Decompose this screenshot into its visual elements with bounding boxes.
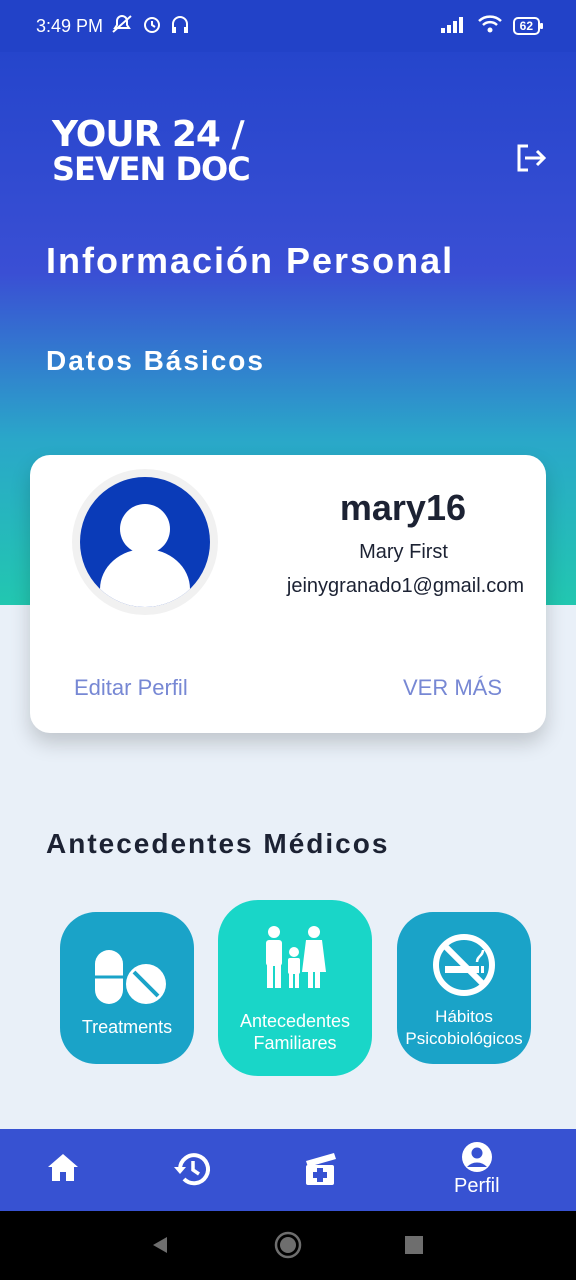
status-bar: 3:49 PM 62	[0, 0, 576, 52]
medical-history-title: Antecedentes Médicos	[46, 828, 390, 859]
page-title: Información Personal	[46, 240, 455, 281]
habits-button[interactable]: Hábitos Psicobiológicos	[397, 912, 531, 1064]
signal-icon	[440, 15, 467, 38]
family-history-button[interactable]: Antecedentes Familiares	[218, 900, 372, 1076]
mute-icon	[109, 13, 135, 40]
pills-icon	[95, 950, 166, 1004]
recents-icon[interactable]	[405, 1236, 423, 1254]
family-icon	[266, 926, 326, 988]
treatments-label: Treatments	[81, 1017, 173, 1037]
see-more-link[interactable]: VER MÁS	[403, 675, 502, 701]
bottom-navigation: Perfil	[0, 1129, 576, 1211]
nav-profile[interactable]: Perfil	[454, 1141, 500, 1198]
profile-card: mary16 Mary First jeinygranado1@gmail.co…	[30, 455, 546, 733]
status-time: 3:49 PM	[36, 15, 104, 36]
family-history-label: Antecedentes Familiares	[239, 1011, 351, 1053]
history-icon	[174, 1153, 210, 1186]
logout-button[interactable]	[512, 140, 556, 184]
back-icon[interactable]	[150, 1235, 170, 1255]
alarm-icon	[141, 13, 163, 40]
profile-email: jeinygranado1@gmail.com	[286, 575, 524, 597]
no-smoking-icon	[433, 934, 495, 996]
battery-indicator: 62	[512, 17, 544, 35]
nav-profile-label: Perfil	[454, 1175, 500, 1197]
home-circle-icon[interactable]	[274, 1231, 302, 1259]
home-icon	[48, 1154, 78, 1181]
section-title-basic: Datos Básicos	[46, 345, 265, 376]
profile-full-name: Mary First	[359, 541, 448, 563]
headset-icon	[169, 13, 191, 40]
habits-label: Hábitos Psicobiológicos	[405, 1007, 523, 1048]
nav-home[interactable]	[46, 1151, 80, 1183]
nav-pharmacy[interactable]	[302, 1149, 338, 1187]
wifi-icon	[477, 14, 503, 39]
edit-profile-link[interactable]: Editar Perfil	[74, 675, 188, 701]
nav-history[interactable]	[172, 1149, 212, 1189]
user-circle-icon	[461, 1142, 492, 1172]
profile-username: mary16	[339, 487, 466, 528]
avatar	[72, 469, 218, 615]
medical-bag-icon	[306, 1153, 336, 1185]
system-navigation-bar	[0, 1211, 576, 1280]
logout-icon	[517, 144, 547, 172]
app-logo: YOUR 24 / SEVEN DOC	[52, 114, 251, 188]
treatments-button[interactable]: Treatments	[60, 912, 194, 1064]
user-placeholder-icon	[100, 504, 190, 607]
